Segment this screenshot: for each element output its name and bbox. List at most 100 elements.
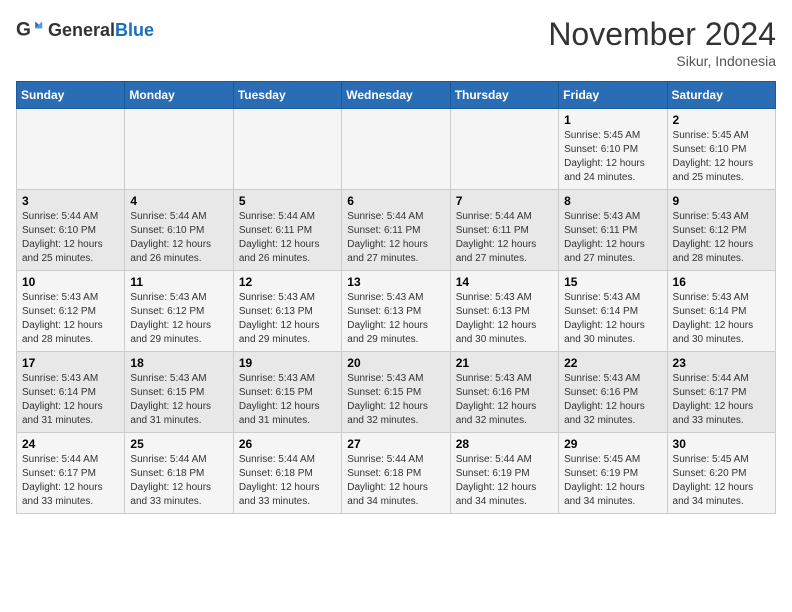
day-info: Sunrise: 5:43 AM Sunset: 6:15 PM Dayligh… [239,372,336,428]
calendar-day-cell: 8 Sunrise: 5:43 AM Sunset: 6:11 PM Daylig… [559,190,667,271]
calendar-day-cell: 23 Sunrise: 5:44 AM Sunset: 6:17 PM Dayli… [667,352,775,433]
day-number: 26 [239,437,336,451]
calendar-day-cell: 10Sunrise: 5:43 AM Sunset: 6:12 PM Dayli… [17,271,125,352]
calendar-day-cell: 19 Sunrise: 5:43 AM Sunset: 6:15 PM Dayli… [233,352,341,433]
day-number: 5 [239,194,336,208]
day-of-week-header: Wednesday [342,82,450,109]
logo-icon: G [16,16,44,44]
day-info: Sunrise: 5:44 AM Sunset: 6:10 PM Dayligh… [130,210,227,266]
calendar-day-cell: 22 Sunrise: 5:43 AM Sunset: 6:16 PM Dayli… [559,352,667,433]
calendar-day-cell: 1 Sunrise: 5:45 AM Sunset: 6:10 PM Daylig… [559,109,667,190]
calendar-day-cell: 26Sunrise: 5:44 AM Sunset: 6:18 PM Dayli… [233,433,341,514]
logo-blue: Blue [115,20,154,41]
day-info: Sunrise: 5:45 AM Sunset: 6:20 PM Dayligh… [673,453,770,509]
svg-text:G: G [16,19,31,40]
day-info: Sunrise: 5:43 AM Sunset: 6:14 PM Dayligh… [22,372,119,428]
day-number: 22 [564,356,661,370]
day-info: Sunrise: 5:43 AM Sunset: 6:12 PM Dayligh… [673,210,770,266]
day-number: 6 [347,194,444,208]
day-number: 7 [456,194,553,208]
day-number: 4 [130,194,227,208]
day-number: 23 [673,356,770,370]
calendar-day-cell: 4 Sunrise: 5:44 AM Sunset: 6:10 PM Daylig… [125,190,233,271]
calendar-day-cell [17,109,125,190]
day-info: Sunrise: 5:44 AM Sunset: 6:10 PM Dayligh… [22,210,119,266]
day-number: 13 [347,275,444,289]
day-info: Sunrise: 5:43 AM Sunset: 6:14 PM Dayligh… [564,291,661,347]
day-info: Sunrise: 5:43 AM Sunset: 6:14 PM Dayligh… [673,291,770,347]
day-of-week-header: Thursday [450,82,558,109]
calendar-day-cell: 13Sunrise: 5:43 AM Sunset: 6:13 PM Dayli… [342,271,450,352]
day-info: Sunrise: 5:44 AM Sunset: 6:18 PM Dayligh… [130,453,227,509]
logo-general: General [48,20,115,41]
day-number: 19 [239,356,336,370]
day-info: Sunrise: 5:44 AM Sunset: 6:11 PM Dayligh… [239,210,336,266]
day-of-week-header: Friday [559,82,667,109]
day-number: 21 [456,356,553,370]
day-number: 14 [456,275,553,289]
calendar-week-row: 17 Sunrise: 5:43 AM Sunset: 6:14 PM Dayli… [17,352,776,433]
calendar-day-cell: 20 Sunrise: 5:43 AM Sunset: 6:15 PM Dayli… [342,352,450,433]
day-info: Sunrise: 5:43 AM Sunset: 6:15 PM Dayligh… [130,372,227,428]
calendar-day-cell: 5 Sunrise: 5:44 AM Sunset: 6:11 PM Daylig… [233,190,341,271]
day-info: Sunrise: 5:43 AM Sunset: 6:15 PM Dayligh… [347,372,444,428]
title-block: November 2024 Sikur, Indonesia [548,16,776,69]
day-info: Sunrise: 5:44 AM Sunset: 6:17 PM Dayligh… [673,372,770,428]
day-info: Sunrise: 5:43 AM Sunset: 6:12 PM Dayligh… [22,291,119,347]
calendar-day-cell [233,109,341,190]
day-number: 11 [130,275,227,289]
day-info: Sunrise: 5:43 AM Sunset: 6:13 PM Dayligh… [456,291,553,347]
calendar-day-cell: 24 Sunrise: 5:44 AM Sunset: 6:17 PM Dayli… [17,433,125,514]
day-number: 24 [22,437,119,451]
day-number: 1 [564,113,661,127]
day-number: 18 [130,356,227,370]
calendar-week-row: 24 Sunrise: 5:44 AM Sunset: 6:17 PM Dayli… [17,433,776,514]
calendar-week-row: 1 Sunrise: 5:45 AM Sunset: 6:10 PM Daylig… [17,109,776,190]
month-title: November 2024 [548,16,776,53]
day-info: Sunrise: 5:43 AM Sunset: 6:16 PM Dayligh… [456,372,553,428]
day-info: Sunrise: 5:45 AM Sunset: 6:10 PM Dayligh… [673,129,770,185]
calendar-day-cell: 12 Sunrise: 5:43 AM Sunset: 6:13 PM Dayli… [233,271,341,352]
calendar-day-cell: 16 Sunrise: 5:43 AM Sunset: 6:14 PM Dayli… [667,271,775,352]
calendar-day-cell: 30 Sunrise: 5:45 AM Sunset: 6:20 PM Dayli… [667,433,775,514]
day-of-week-header: Tuesday [233,82,341,109]
day-number: 3 [22,194,119,208]
day-number: 16 [673,275,770,289]
day-number: 28 [456,437,553,451]
calendar-day-cell: 11Sunrise: 5:43 AM Sunset: 6:12 PM Dayli… [125,271,233,352]
calendar-day-cell: 15 Sunrise: 5:43 AM Sunset: 6:14 PM Dayli… [559,271,667,352]
day-info: Sunrise: 5:43 AM Sunset: 6:11 PM Dayligh… [564,210,661,266]
calendar-day-cell [342,109,450,190]
calendar-day-cell: 25 Sunrise: 5:44 AM Sunset: 6:18 PM Dayli… [125,433,233,514]
day-info: Sunrise: 5:43 AM Sunset: 6:16 PM Dayligh… [564,372,661,428]
day-number: 20 [347,356,444,370]
page-header: G General Blue November 2024 Sikur, Indo… [16,16,776,69]
day-number: 9 [673,194,770,208]
day-info: Sunrise: 5:44 AM Sunset: 6:17 PM Dayligh… [22,453,119,509]
day-number: 30 [673,437,770,451]
calendar-day-cell: 29Sunrise: 5:45 AM Sunset: 6:19 PM Dayli… [559,433,667,514]
day-info: Sunrise: 5:43 AM Sunset: 6:13 PM Dayligh… [239,291,336,347]
calendar-day-cell: 2 Sunrise: 5:45 AM Sunset: 6:10 PM Daylig… [667,109,775,190]
day-info: Sunrise: 5:44 AM Sunset: 6:18 PM Dayligh… [347,453,444,509]
calendar-day-cell: 21 Sunrise: 5:43 AM Sunset: 6:16 PM Dayli… [450,352,558,433]
calendar-day-cell: 14 Sunrise: 5:43 AM Sunset: 6:13 PM Dayli… [450,271,558,352]
day-info: Sunrise: 5:45 AM Sunset: 6:10 PM Dayligh… [564,129,661,185]
day-of-week-header: Saturday [667,82,775,109]
day-of-week-header: Monday [125,82,233,109]
day-number: 12 [239,275,336,289]
day-number: 25 [130,437,227,451]
day-info: Sunrise: 5:45 AM Sunset: 6:19 PM Dayligh… [564,453,661,509]
calendar-week-row: 10Sunrise: 5:43 AM Sunset: 6:12 PM Dayli… [17,271,776,352]
calendar-day-cell: 6Sunrise: 5:44 AM Sunset: 6:11 PM Daylig… [342,190,450,271]
day-number: 2 [673,113,770,127]
calendar-day-cell: 18 Sunrise: 5:43 AM Sunset: 6:15 PM Dayli… [125,352,233,433]
day-number: 17 [22,356,119,370]
calendar-day-cell [125,109,233,190]
day-number: 15 [564,275,661,289]
day-number: 8 [564,194,661,208]
calendar-day-cell: 7 Sunrise: 5:44 AM Sunset: 6:11 PM Daylig… [450,190,558,271]
calendar-header-row: SundayMondayTuesdayWednesdayThursdayFrid… [17,82,776,109]
day-info: Sunrise: 5:44 AM Sunset: 6:11 PM Dayligh… [456,210,553,266]
day-of-week-header: Sunday [17,82,125,109]
